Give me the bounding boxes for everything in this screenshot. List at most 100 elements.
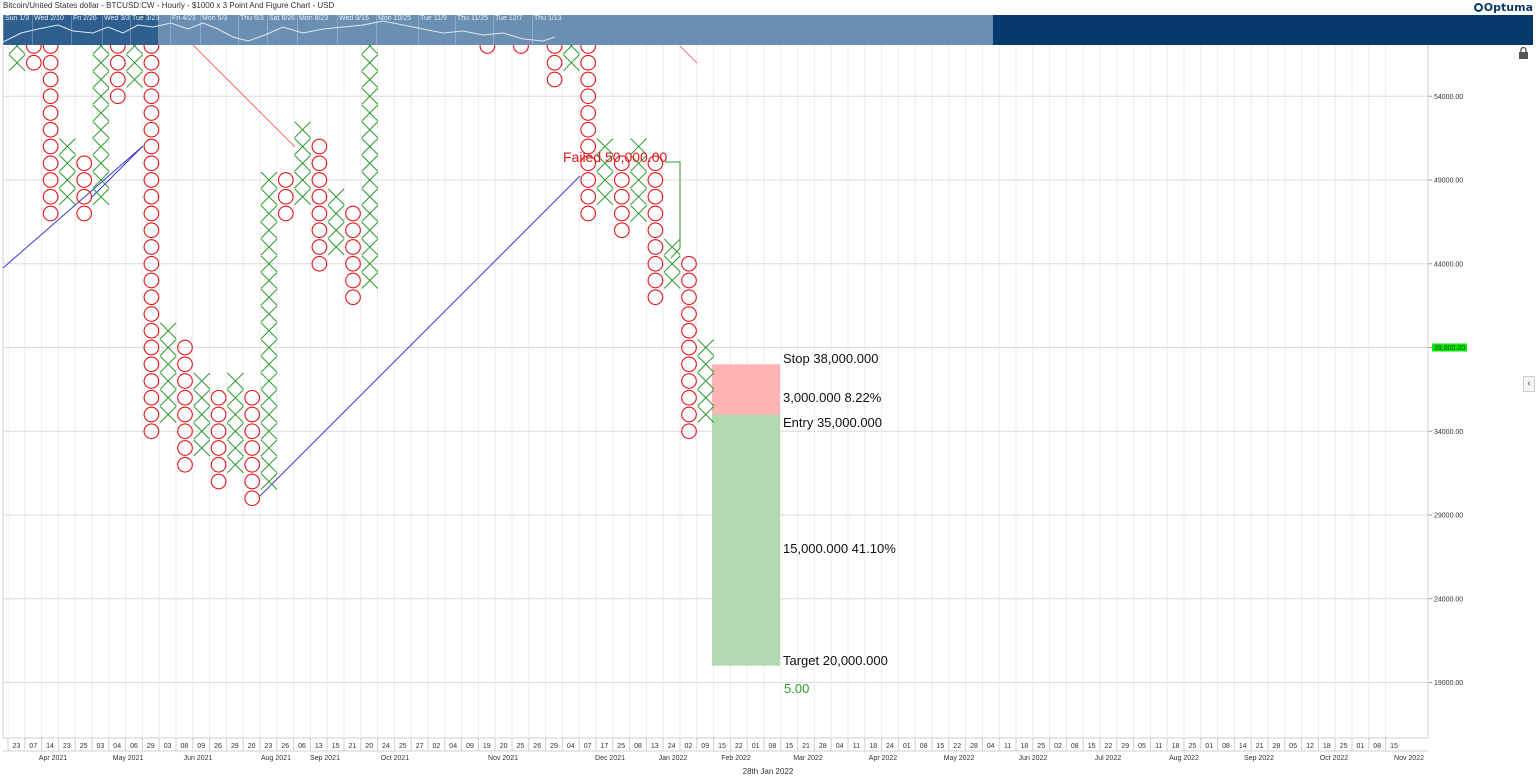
month-label: May 2021 [113, 755, 144, 762]
time-tick-label: 04 [567, 743, 575, 750]
o-box [345, 272, 361, 289]
navigator-date-divider [32, 15, 33, 45]
time-tick-label: 11 [1155, 743, 1162, 750]
navigator-date-label: Thu 11/25 [457, 15, 489, 22]
price-axis-label: 34000.00 [1434, 429, 1463, 436]
o-box [143, 289, 160, 306]
time-tick-label: 12 [1306, 743, 1314, 750]
time-tick-label: 07 [29, 743, 37, 750]
time-tick-label: 08 [1222, 743, 1230, 750]
time-tick-label: 23 [63, 743, 71, 750]
time-tick-label: 18 [1021, 743, 1029, 750]
time-tick-label: 28 [1273, 743, 1281, 750]
o-box [681, 373, 697, 389]
risk-annotation: 3,000.000 8.22% [783, 390, 882, 405]
support-trendline-3 [259, 175, 581, 497]
o-box [580, 121, 597, 138]
time-tick-label: 08 [181, 743, 189, 750]
time-tick-label: 25 [1189, 743, 1197, 750]
o-box [143, 222, 160, 239]
navigator-date-label: Mon 8/23 [299, 15, 329, 22]
time-tick-label: 02 [1054, 743, 1062, 750]
navigator-date-divider [130, 15, 131, 45]
navigator-date-label: Sun 1/3 [5, 15, 30, 22]
time-tick-label: 14 [46, 743, 54, 750]
chart-title: Bitcoin/United States dollar - BTCUSD:CW… [3, 1, 335, 10]
o-box [244, 440, 261, 456]
time-tick-label: 03 [164, 743, 172, 750]
navigator-date-divider [297, 15, 298, 45]
time-tick-label: 15 [1390, 743, 1398, 750]
o-box [345, 289, 361, 306]
month-label: Nov 2022 [1394, 755, 1424, 762]
o-box [109, 71, 126, 88]
navigator-date-divider [337, 15, 338, 45]
resistance-trendline-2 [679, 45, 698, 64]
time-tick-label: 13 [651, 743, 659, 750]
o-box [42, 54, 59, 71]
time-tick-label: 23 [13, 743, 21, 750]
o-box [647, 188, 664, 205]
o-box [143, 306, 160, 322]
overview-navigator[interactable]: Sun 1/3 Wed 2/10 Fri 2/26 Wed 3/3 Tue 3/23 Fr… [3, 15, 1533, 45]
month-label: Apr 2022 [869, 755, 898, 762]
time-tick-label: 22 [1105, 743, 1113, 750]
navigator-date-label: Fri 2/26 [73, 15, 97, 22]
support-trendline-1 [2, 145, 144, 269]
time-tick-label: 01 [1357, 743, 1365, 750]
month-label: Sep 2022 [1244, 755, 1274, 762]
support-trendline-2 [91, 145, 144, 198]
current-price-label: 39,000.00 [1434, 345, 1465, 352]
o-box [580, 54, 597, 71]
time-tick-label: 13 [315, 743, 323, 750]
month-label: Oct 2022 [1320, 755, 1349, 762]
stop-annotation: Stop 38,000.000 [783, 351, 878, 366]
month-label: Sep 2021 [310, 755, 340, 762]
price-axis-label: 54000.00 [1434, 94, 1463, 101]
o-box [580, 105, 597, 121]
month-label: Jan 2022 [659, 755, 688, 762]
o-box [647, 239, 664, 255]
month-label: Oct 2021 [381, 755, 410, 762]
o-box [76, 155, 93, 172]
o-box [143, 138, 160, 155]
time-tick-label: 26 [533, 743, 541, 750]
time-tick-label: 15 [937, 743, 945, 750]
navigator-date-label: Thu 6/3 [240, 15, 264, 22]
o-box [647, 272, 664, 289]
time-tick-label: 09 [197, 743, 205, 750]
time-tick-label: 20 [365, 743, 373, 750]
failed-breakout-bracket [665, 161, 681, 259]
o-box [613, 222, 630, 239]
time-tick-label: 18 [869, 743, 877, 750]
price-axis-label: 44000.00 [1434, 261, 1463, 268]
navigator-date-label: Mon 5/3 [202, 15, 228, 22]
time-tick-label: 29 [231, 743, 239, 750]
o-box [311, 222, 328, 239]
o-box [76, 205, 93, 222]
o-box [177, 456, 193, 473]
panel-toggle-chevron-icon[interactable]: ‹ [1523, 376, 1535, 392]
time-tick-label: 08 [1071, 743, 1079, 750]
time-tick-label: 26 [281, 743, 289, 750]
time-tick-label: 25 [1340, 743, 1348, 750]
time-tick-label: 08 [1373, 743, 1381, 750]
time-tick-label: 08 [769, 743, 777, 750]
time-tick-label: 25 [80, 743, 88, 750]
o-box [143, 155, 160, 172]
time-tick-label: 08 [920, 743, 928, 750]
optuma-logo: Optuma [1473, 1, 1533, 14]
time-tick-label: 18 [1323, 743, 1331, 750]
time-tick-label: 04 [113, 743, 121, 750]
time-tick-label: 24 [886, 743, 894, 750]
time-tick-label: 26 [214, 743, 222, 750]
navigator-date-label: Fri 4/23 [172, 15, 196, 22]
month-label: Dec 2021 [595, 755, 625, 762]
navigator-date-divider [376, 15, 377, 45]
time-tick-label: 02 [685, 743, 693, 750]
crosshair-date: 28th Jan 2022 [742, 767, 794, 776]
time-tick-label: 04 [987, 743, 995, 750]
month-label: Apr 2021 [39, 755, 68, 762]
lock-icon[interactable] [1518, 47, 1529, 59]
time-tick-label: 28 [970, 743, 978, 750]
